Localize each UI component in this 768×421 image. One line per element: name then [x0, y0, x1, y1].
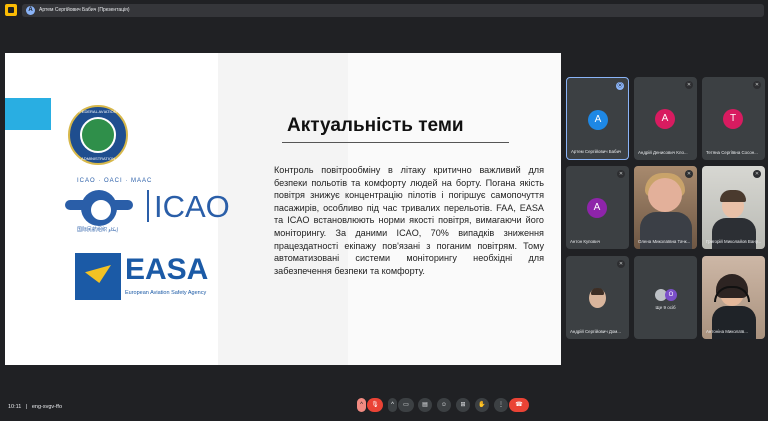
avatar: O [665, 289, 677, 301]
others-tile[interactable]: O Ще 9 осіб [634, 256, 697, 339]
video-feed [702, 166, 765, 249]
others-count-label: Ще 9 осіб [655, 305, 676, 310]
avatar: A [655, 109, 675, 129]
slide-title-underline [282, 142, 509, 143]
present-icon[interactable]: ⊞ [456, 398, 470, 412]
avatar: A [587, 198, 607, 218]
participant-name: Артем Сергійович Бабич [571, 149, 622, 154]
presentation-label: Артем Сергійович Бабич (Презентація) [39, 7, 130, 13]
participant-tile[interactable]: ✕ Григорій Миколайов Вану... [702, 166, 765, 249]
participant-tile[interactable]: A ✕ Андрій Денисович Кло... [634, 77, 697, 160]
emoji-icon[interactable]: ☺ [437, 398, 451, 412]
participant-tile[interactable]: T ✕ Тетяна Сергіївна Сосон... [702, 77, 765, 160]
participant-name: Олена Миколаївна Тачк... [638, 239, 691, 244]
slide-title: Актуальність теми [287, 115, 464, 136]
slide-body-text: Контроль повітрообміну в літаку критично… [274, 165, 544, 276]
end-call-icon[interactable]: ☎ [509, 398, 529, 412]
avatar [589, 288, 606, 308]
participant-name: Тетяна Сергіївна Сосон... [706, 150, 758, 155]
easa-name: EASA [125, 253, 209, 286]
faa-emblem-icon [80, 117, 116, 153]
icao-divider [147, 190, 149, 222]
clock-time: 10:11 [8, 404, 22, 410]
captions-icon[interactable]: ▤ [418, 398, 432, 412]
easa-subtitle: European Aviation Safety Agency [125, 290, 207, 296]
participant-tile[interactable]: A ⦿ Артем Сергійович Бабич [566, 77, 629, 160]
mic-off-icon: ✕ [753, 170, 761, 178]
bottom-bar: 10:11 | eng-svgv-ffo ^ 🎙 ^ ▭ ▤ ☺ ⊞ ✋ ⋮ ☎ [0, 396, 768, 421]
faa-logo-bottom-text: ADMINISTRATION [81, 156, 115, 161]
mic-off-icon: ✕ [685, 81, 693, 89]
icao-caption: ICAO · OACI · MAAC [77, 178, 153, 184]
icao-name: ICAO [154, 189, 230, 224]
chevron-up-icon[interactable]: ^ [357, 398, 366, 412]
more-icon[interactable]: ⋮ [494, 398, 508, 412]
icao-logo: ICAO · OACI · MAAC 国际民航组织 إيكاو ICAO [63, 178, 230, 233]
mic-off-icon[interactable]: 🎙 [367, 398, 383, 412]
participant-name: Антоніна Миколаїв... [706, 329, 748, 334]
presenter-avatar: A [26, 6, 35, 15]
meeting-code: eng-svgv-ffo [31, 404, 63, 410]
easa-logo: EASA European Aviation Safety Agency [75, 253, 217, 303]
mic-off-icon: ✕ [753, 81, 761, 89]
participant-tile[interactable]: ✕ Олена Миколаївна Тачк... [634, 166, 697, 249]
participant-tile[interactable]: A ✕ Антон Купович [566, 166, 629, 249]
icao-wing-icon [115, 200, 133, 210]
camera-off-icon[interactable]: ▭ [398, 398, 414, 412]
speaking-icon: ⦿ [616, 82, 624, 90]
participant-name: Андрій Денисович Кло... [638, 150, 688, 155]
meet-logo-icon [5, 4, 17, 16]
others-avatars: O [655, 289, 679, 301]
participant-name: Григорій Миколайов Вану... [706, 239, 762, 244]
participant-tile[interactable]: Антоніна Миколаїв... [702, 256, 765, 339]
presentation-slide: FEDERAL AVIATION ADMINISTRATION ICAO · O… [5, 53, 561, 365]
icao-globe-icon [81, 190, 117, 226]
participant-name: Антон Купович [570, 239, 601, 244]
video-feed [702, 256, 765, 339]
easa-emblem-icon [75, 253, 121, 300]
slide-accent-bar [5, 98, 51, 130]
mic-off-icon: ✕ [617, 170, 625, 178]
mic-off-icon: ✕ [617, 260, 625, 268]
top-bar: A Артем Сергійович Бабич (Презентація) [0, 0, 768, 20]
faa-logo: FEDERAL AVIATION ADMINISTRATION [68, 105, 128, 165]
raise-hand-icon[interactable]: ✋ [475, 398, 489, 412]
avatar: T [723, 109, 743, 129]
participant-tile[interactable]: ✕ Андрій Сергійович Дом... [566, 256, 629, 339]
icao-subtitle: 国际民航组织 إيكاو [77, 227, 118, 233]
presentation-chip[interactable]: A Артем Сергійович Бабич (Презентація) [22, 4, 764, 17]
chevron-up-icon[interactable]: ^ [388, 398, 397, 412]
meeting-info: 10:11 | eng-svgv-ffo [8, 404, 63, 410]
avatar: A [588, 110, 608, 130]
participant-name: Андрій Сергійович Дом... [570, 329, 621, 334]
mic-off-icon: ✕ [685, 170, 693, 178]
video-feed [634, 166, 697, 249]
faa-logo-top-text: FEDERAL AVIATION [79, 109, 117, 114]
